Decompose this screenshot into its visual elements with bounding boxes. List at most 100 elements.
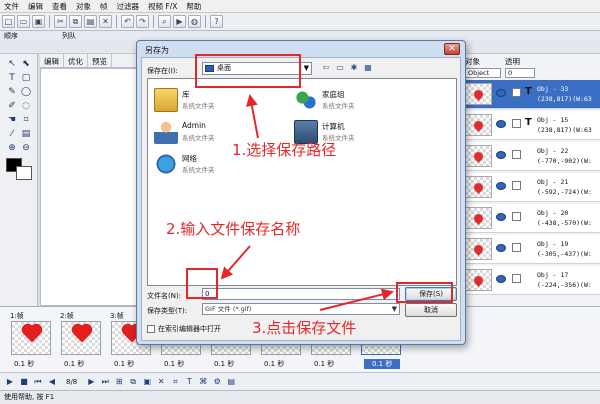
copy-icon[interactable]: ⧉ bbox=[69, 15, 82, 28]
back-icon[interactable]: ⇦ bbox=[320, 62, 332, 74]
object-checkbox[interactable] bbox=[512, 88, 521, 97]
open-in-editor-option[interactable]: 在索引编辑器中打开 bbox=[147, 324, 221, 334]
marquee-icon[interactable]: ▢ bbox=[20, 72, 32, 84]
tab-optimize[interactable]: 优化 bbox=[64, 54, 88, 67]
file-list-item[interactable]: 家庭组 系统文件夹 bbox=[294, 87, 434, 117]
cancel-button[interactable]: 取消 bbox=[405, 303, 457, 317]
settings-frame-icon[interactable]: ⚙ bbox=[211, 376, 223, 388]
menu-help[interactable]: 帮助 bbox=[186, 1, 201, 12]
object-select[interactable]: Object bbox=[465, 68, 501, 78]
close-icon[interactable]: ✕ bbox=[444, 43, 460, 55]
menu-view[interactable]: 查看 bbox=[52, 1, 67, 12]
object-row[interactable]: T Obj - 33 (238,817)(W:63 bbox=[461, 80, 600, 109]
frame-thumbnail[interactable]: 1:帧 0.1 秒 bbox=[8, 311, 56, 371]
image-frame-icon[interactable]: ▤ bbox=[225, 376, 237, 388]
object-checkbox[interactable] bbox=[512, 243, 521, 252]
ellipse-icon[interactable]: ◌ bbox=[20, 100, 32, 112]
menu-frame[interactable]: 帧 bbox=[100, 1, 108, 12]
eyedropper-icon[interactable]: ⁄ bbox=[6, 128, 18, 140]
help-icon[interactable]: ? bbox=[210, 15, 223, 28]
preview-icon[interactable]: ▶ bbox=[173, 15, 186, 28]
file-type-select[interactable]: GIF 文件 (*.gif) ▼ bbox=[202, 303, 400, 315]
save-in-select[interactable]: 桌面 ▼ bbox=[202, 62, 312, 75]
first-frame-icon[interactable]: ⏮ bbox=[32, 376, 44, 388]
next-frame-icon[interactable]: ▶ bbox=[85, 376, 97, 388]
copy-frame-icon[interactable]: ▣ bbox=[141, 376, 153, 388]
file-list-item[interactable]: 网络 系统文件夹 bbox=[154, 151, 294, 181]
text-tool-icon[interactable]: T bbox=[6, 72, 18, 84]
view-menu-icon[interactable]: ▦ bbox=[362, 62, 374, 74]
open-in-editor-checkbox[interactable] bbox=[147, 325, 155, 333]
menu-object[interactable]: 对象 bbox=[76, 1, 91, 12]
zoom-in-icon[interactable]: ⊕ bbox=[6, 142, 18, 154]
object-checkbox[interactable] bbox=[512, 212, 521, 221]
crop-frame-icon[interactable]: ⌗ bbox=[169, 376, 181, 388]
redo-icon[interactable]: ↷ bbox=[136, 15, 149, 28]
file-type-value: GIF 文件 (*.gif) bbox=[205, 305, 252, 313]
visibility-eye-icon[interactable] bbox=[496, 213, 506, 221]
visibility-eye-icon[interactable] bbox=[496, 275, 506, 283]
object-row[interactable]: Obj - 21 (-592,-724)(W: bbox=[461, 173, 600, 202]
file-list[interactable]: 库系统文件夹 家庭组 系统文件夹 Admin 系统文件夹 计算机 系统文件夹 网络 系统文件夹 bbox=[147, 78, 457, 286]
pencil-icon[interactable]: ✎ bbox=[6, 86, 18, 98]
prev-frame-icon[interactable]: ◀ bbox=[46, 376, 58, 388]
open-folder-icon[interactable]: ▭ bbox=[17, 15, 30, 28]
visibility-eye-icon[interactable] bbox=[496, 151, 506, 159]
delete-frame-icon[interactable]: ✕ bbox=[155, 376, 167, 388]
select-arrow-icon[interactable]: ↖ bbox=[6, 58, 18, 70]
background-color-swatch[interactable] bbox=[16, 166, 32, 180]
file-name-label: 文件名(N): bbox=[147, 292, 182, 300]
file-list-item[interactable]: Admin 系统文件夹 bbox=[154, 119, 294, 149]
link-frame-icon[interactable]: ⌘ bbox=[197, 376, 209, 388]
object-checkbox[interactable] bbox=[512, 181, 521, 190]
item-name: 家庭组 bbox=[322, 90, 345, 99]
alpha-input[interactable]: 0 bbox=[505, 68, 535, 78]
fill-icon[interactable]: ▤ bbox=[20, 128, 32, 140]
object-row[interactable]: Obj - 22 (-770,-902)(W: bbox=[461, 142, 600, 171]
object-checkbox[interactable] bbox=[512, 274, 521, 283]
file-list-item[interactable]: 库系统文件夹 bbox=[154, 87, 294, 117]
last-frame-icon[interactable]: ⏭ bbox=[99, 376, 111, 388]
save-icon[interactable]: ▣ bbox=[32, 15, 45, 28]
brush-icon[interactable]: ✐ bbox=[6, 100, 18, 112]
new-folder-icon[interactable]: ✱ bbox=[348, 62, 360, 74]
tab-edit[interactable]: 编辑 bbox=[40, 54, 64, 67]
pointer-icon[interactable]: ⬉ bbox=[20, 58, 32, 70]
menu-file[interactable]: 文件 bbox=[4, 1, 19, 12]
tab-preview[interactable]: 预览 bbox=[88, 54, 112, 67]
visibility-eye-icon[interactable] bbox=[496, 89, 506, 97]
new-file-icon[interactable]: □ bbox=[2, 15, 15, 28]
menu-video-fx[interactable]: 视频 F/X bbox=[148, 1, 177, 12]
delete-icon[interactable]: ✕ bbox=[99, 15, 112, 28]
add-frame-icon[interactable]: ⊞ bbox=[113, 376, 125, 388]
object-row[interactable]: Obj - 19 (-305,-437)(W: bbox=[461, 235, 600, 264]
object-checkbox[interactable] bbox=[512, 119, 521, 128]
visibility-eye-icon[interactable] bbox=[496, 182, 506, 190]
duplicate-frame-icon[interactable]: ⧉ bbox=[127, 376, 139, 388]
undo-icon[interactable]: ↶ bbox=[121, 15, 134, 28]
lasso-icon[interactable]: ◯ bbox=[20, 86, 32, 98]
save-button[interactable]: 保存(S) bbox=[405, 287, 457, 301]
stop-icon[interactable]: ■ bbox=[18, 376, 30, 388]
object-checkbox[interactable] bbox=[512, 150, 521, 159]
object-row[interactable]: Obj - 17 (-224,-356)(W: bbox=[461, 266, 600, 295]
menu-edit[interactable]: 编辑 bbox=[28, 1, 43, 12]
up-folder-icon[interactable]: ▭ bbox=[334, 62, 346, 74]
cut-icon[interactable]: ✂ bbox=[54, 15, 67, 28]
play-icon[interactable]: ▶ bbox=[4, 376, 16, 388]
file-name-input[interactable]: 0 bbox=[202, 288, 400, 300]
visibility-eye-icon[interactable] bbox=[496, 120, 506, 128]
menu-filter[interactable]: 过滤器 bbox=[117, 1, 140, 12]
paste-icon[interactable]: ▤ bbox=[84, 15, 97, 28]
globe-icon[interactable]: ◍ bbox=[188, 15, 201, 28]
object-row[interactable]: T Obj - 15 (238,817)(W:63 bbox=[461, 111, 600, 140]
frame-thumbnail[interactable]: 2:帧 0.1 秒 bbox=[58, 311, 106, 371]
visibility-eye-icon[interactable] bbox=[496, 244, 506, 252]
object-row[interactable]: Obj - 20 (-438,-570)(W: bbox=[461, 204, 600, 233]
file-list-item[interactable]: 计算机 系统文件夹 bbox=[294, 119, 434, 149]
zoom-out-icon[interactable]: ⊖ bbox=[20, 142, 32, 154]
hand-icon[interactable]: ☚ bbox=[6, 114, 18, 126]
zoom-icon[interactable]: ⌕ bbox=[158, 15, 171, 28]
crop-icon[interactable]: ⌗ bbox=[20, 114, 32, 126]
text-frame-icon[interactable]: T bbox=[183, 376, 195, 388]
